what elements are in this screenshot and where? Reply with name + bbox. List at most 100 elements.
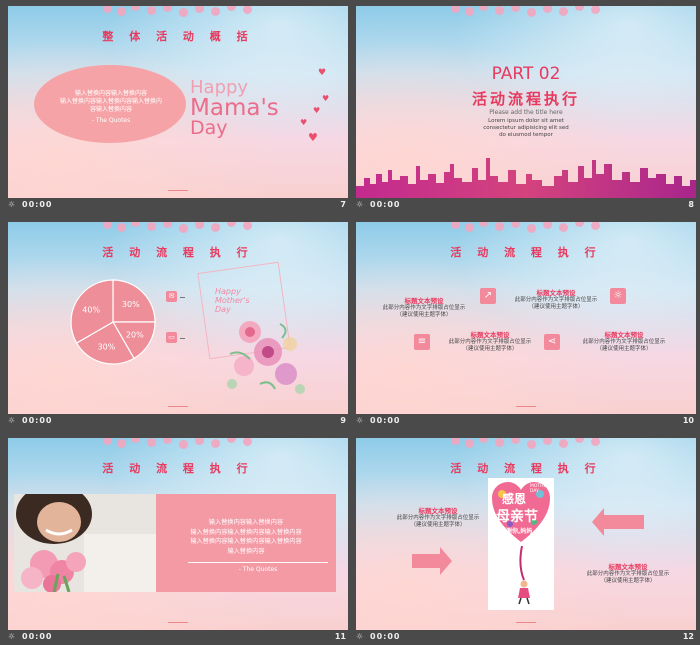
slide-thumbnail-11[interactable]: 活 动 流 程 执 行 输入替换内容输入替换内容 输入替换内容输入替换内容输入替… [8,438,348,643]
block-heading: 标题文本预设 [536,289,576,297]
box-line: 输入替换内容输入替换内容 [208,519,284,526]
section-subtitle: Please add the title here [489,109,563,116]
block-heading: 标题文本预设 [470,331,510,339]
watercolor-flowers [227,321,305,394]
left-arrow-icon [592,508,644,536]
heart-icon: ♥ [318,68,327,78]
blossom-decoration [103,438,253,450]
pie-slice-label: 40% [82,305,100,314]
block-heading: 标题文本预设 [404,297,444,305]
card-icon: ▭ [166,332,177,343]
pie-slice-label: 30% [122,300,140,309]
woman-with-flowers-photo [14,494,156,592]
small-text-block: Lorem ipsum dolor sit amet consectetur a… [476,118,576,139]
slide-timing: 00:00 [22,200,53,209]
city-skyline [356,158,696,198]
slide-thumbnail-7[interactable]: 整 体 活 动 概 括 输入替换内容输入替换内容 输入替换内容输入替换内容输入替… [8,6,348,211]
slide-timing: 00:00 [370,200,401,209]
slide-info-bar: ☼ 00:00 10 [356,415,696,427]
icon-dash [180,338,185,339]
blossom-decoration [103,6,253,18]
box-line: 输入替换内容输入替换内容输入替换内容 [190,528,302,536]
block-line: 此部分内容作为文字排版占位显示 [396,515,480,521]
slide-timing: 00:00 [370,416,401,425]
pie-chart: 30% 20% 30% 40% [70,279,156,365]
slide-info-bar: ☼ 00:00 11 [8,631,348,643]
slide-timing: 00:00 [370,632,401,641]
slide-timing: 00:00 [22,416,53,425]
slide-canvas: 活 动 流 程 执 行 感恩 MOTHER'S DAY 母亲节 谢谢你,妈妈 标… [356,438,696,630]
transition-icon: ☼ [8,416,16,425]
slide-number: 7 [340,200,346,209]
text-block-right: 标题文本预设 此部分内容作为文字排版占位显示 （建议使用主题字体） [582,564,674,585]
slide-canvas: PART 02 活动流程执行 Please add the title here… [356,6,696,198]
block-heading: 标题文本预设 [418,507,458,515]
small-line: Lorem ipsum dolor sit amet [488,118,564,124]
box-line: 输入替换内容 [227,547,265,555]
small-line: do eiusmod tempor [499,132,553,138]
footer-line [516,406,536,407]
balloon-girl [518,546,530,605]
slide-canvas: 活 动 流 程 执 行 输入替换内容输入替换内容 输入替换内容输入替换内容输入替… [8,438,348,630]
heart-icon: ♥ [313,106,321,115]
slide-thumbnail-12[interactable]: 活 动 流 程 执 行 感恩 MOTHER'S DAY 母亲节 谢谢你,妈妈 标… [356,438,696,643]
card-text: Happy Mother's Day [215,287,250,314]
slide-thumbnail-9[interactable]: 活 动 流 程 执 行 30% 20% 30% 40% ✉ ▭ Happy Mothe… [8,222,348,427]
block-line: 此部分内容作为文字排版占位显示 [586,571,670,577]
chat-icon: ✉ [166,291,177,302]
slide-canvas: 活 动 流 程 执 行 30% 20% 30% 40% ✉ ▭ Happy Mothe… [8,222,348,414]
share-arrow-icon: ↗ [480,288,496,304]
box-text: 输入替换内容输入替换内容 输入替换内容输入替换内容输入替换内容 输入替换内容输入… [156,518,336,556]
blossom-decoration [451,6,601,18]
quote-divider [188,562,328,563]
lightbulb-icon: ☼ [610,288,626,304]
ellipse-text: 输入替换内容输入替换内容 输入替换内容输入替换内容输入替换内 容输入替换内容 -… [46,90,176,125]
blossom-decoration [103,222,253,234]
text-block: 标题文本预设 此部分内容作为文字排版占位显示 （建议使用主题字体） [378,298,470,319]
ellipse-line: 容输入替换内容 [89,106,132,113]
text-block: 标题文本预设 此部分内容作为文字排版占位显示 （建议使用主题字体） [444,332,536,353]
footer-line [168,406,188,407]
block-line: （建议使用主题字体） [410,522,466,528]
transition-icon: ☼ [356,200,364,209]
poster-main-title: 母亲节 [496,509,538,525]
right-arrow-icon [412,547,452,575]
poster-tagline: 谢谢你,妈妈 [500,528,533,535]
block-line: 此部分内容作为文字排版占位显示 [382,305,466,311]
slide-canvas: 整 体 活 动 概 括 输入替换内容输入替换内容 输入替换内容输入替换内容输入替… [8,6,348,198]
section-title: 活动流程执行 [471,90,580,108]
slide-info-bar: ☼ 00:00 8 [356,199,696,211]
slide-title: 活 动 流 程 执 行 [102,246,254,259]
part-label: PART 02 [491,64,561,84]
slide-title: 活 动 流 程 执 行 [450,246,602,259]
block-line: 此部分内容作为文字排版占位显示 [582,339,666,345]
box-line: 输入替换内容输入替换内容输入替换内容 [190,538,302,545]
blossom-decoration [451,438,601,450]
block-line: 此部分内容作为文字排版占位显示 [448,339,532,345]
block-line: （建议使用主题字体） [528,304,584,310]
heart-icon: ♥ [322,94,330,103]
block-heading: 标题文本预设 [608,563,648,571]
transition-icon: ☼ [8,200,16,209]
pie-slice-label: 30% [98,342,116,351]
block-line: （建议使用主题字体） [600,578,656,584]
logo-line: Day [190,117,228,139]
slide-number: 12 [682,632,694,641]
slide-info-bar: ☼ 00:00 9 [8,415,348,427]
text-block: 标题文本预设 此部分内容作为文字排版占位显示 （建议使用主题字体） [578,332,670,353]
happy-mamas-day-logo: Happy Mama's Day [190,78,279,139]
icon-dash [180,297,185,298]
slide-number: 8 [688,200,694,209]
blossom-decoration [451,222,601,234]
block-line: （建议使用主题字体） [596,346,652,352]
text-block: 标题文本预设 此部分内容作为文字排版占位显示 （建议使用主题字体） [510,290,602,311]
slide-info-bar: ☼ 00:00 7 [8,199,348,211]
slide-thumbnail-8[interactable]: PART 02 活动流程执行 Please add the title here… [356,6,696,211]
slide-thumbnail-10[interactable]: 活 动 流 程 执 行 ↗ ☼ ≡ ⋖ 标题文本预设 此部分内容作为文字排版占位… [356,222,696,427]
slide-title: 活 动 流 程 执 行 [102,462,254,475]
heart-icon: ♥ [300,118,308,127]
poster-title: 感恩 [502,492,527,506]
share-icon: ⋖ [544,334,560,350]
text-block-left: 标题文本预设 此部分内容作为文字排版占位显示 （建议使用主题字体） [392,508,484,529]
slide-canvas: 活 动 流 程 执 行 ↗ ☼ ≡ ⋖ 标题文本预设 此部分内容作为文字排版占位… [356,222,696,414]
